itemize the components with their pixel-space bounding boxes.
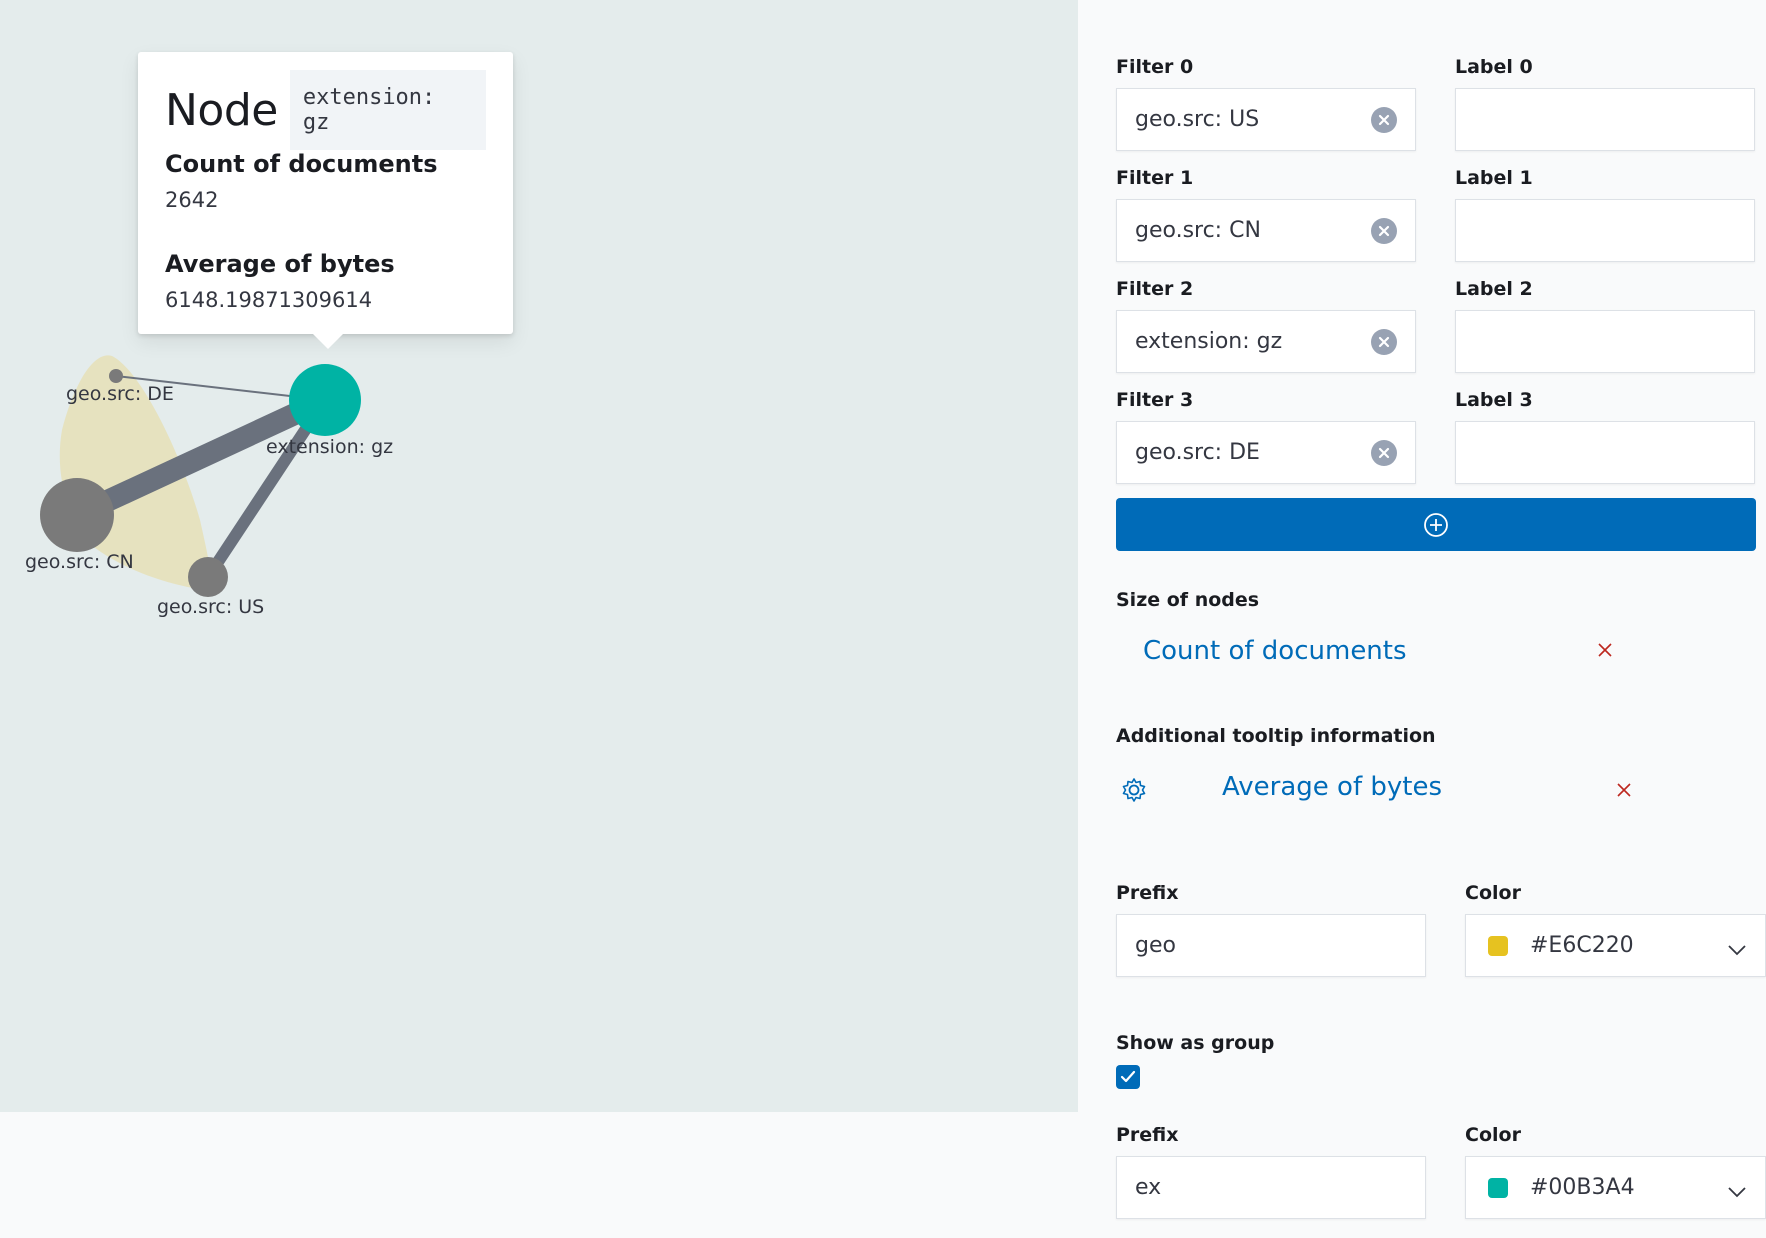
filter-label: Filter 1 xyxy=(1116,167,1194,189)
clear-icon[interactable] xyxy=(1371,106,1397,133)
graph-node-cn[interactable] xyxy=(40,478,114,552)
node-label-us: geo.src: US xyxy=(157,596,264,618)
tooltip-metric-value: 2642 xyxy=(165,188,219,212)
filter-label: Filter 2 xyxy=(1116,278,1194,300)
color-select[interactable]: #E6C220 xyxy=(1465,914,1766,977)
size-of-nodes-label: Size of nodes xyxy=(1116,589,1260,611)
label-label: Label 1 xyxy=(1455,167,1533,189)
check-icon xyxy=(1120,1070,1136,1083)
tooltip-info-metric[interactable]: Average of bytes xyxy=(1222,772,1442,802)
size-of-nodes-metric[interactable]: Count of documents xyxy=(1143,636,1407,666)
filter-input[interactable]: geo.src: CN xyxy=(1116,199,1416,262)
filter-input[interactable]: geo.src: DE xyxy=(1116,421,1416,484)
filter-value: geo.src: CN xyxy=(1135,218,1261,243)
prefix-label: Prefix xyxy=(1116,882,1179,904)
filter-value: geo.src: DE xyxy=(1135,440,1260,465)
graph-canvas[interactable]: geo.src: DE extension: gz geo.src: CN ge… xyxy=(0,0,1078,1112)
clear-icon[interactable] xyxy=(1371,217,1397,244)
tooltip-metric-label: Average of bytes xyxy=(165,250,395,278)
prefix-input[interactable]: ex xyxy=(1116,1156,1426,1219)
prefix-value: geo xyxy=(1135,933,1176,958)
show-as-group-label: Show as group xyxy=(1116,1032,1275,1054)
node-label-de: geo.src: DE xyxy=(66,383,174,405)
color-value: #00B3A4 xyxy=(1530,1175,1635,1200)
filter-input[interactable]: geo.src: US xyxy=(1116,88,1416,151)
color-value: #E6C220 xyxy=(1530,933,1634,958)
filter-value: extension: gz xyxy=(1135,329,1283,354)
clear-icon[interactable] xyxy=(1371,328,1397,355)
label-label: Label 0 xyxy=(1455,56,1533,78)
remove-tooltip-metric-icon[interactable] xyxy=(1616,782,1632,802)
filter-label: Filter 0 xyxy=(1116,56,1194,78)
tooltip-node-term: extension: gz xyxy=(289,70,486,150)
label-input[interactable] xyxy=(1455,310,1755,373)
clear-icon[interactable] xyxy=(1371,439,1397,466)
label-input[interactable] xyxy=(1455,88,1755,151)
node-label-cn: geo.src: CN xyxy=(25,551,134,573)
chevron-down-icon[interactable] xyxy=(1727,1180,1747,1205)
color-label: Color xyxy=(1465,882,1521,904)
prefix-value: ex xyxy=(1135,1175,1162,1200)
color-select[interactable]: #00B3A4 xyxy=(1465,1156,1766,1219)
label-label: Label 2 xyxy=(1455,278,1533,300)
prefix-input[interactable]: geo xyxy=(1116,914,1426,977)
show-as-group-checkbox[interactable] xyxy=(1116,1065,1140,1089)
filter-value: geo.src: US xyxy=(1135,107,1260,132)
settings-panel: Filter 0 Label 0 geo.src: US Filter 1 La… xyxy=(1078,0,1766,1238)
prefix-label: Prefix xyxy=(1116,1124,1179,1146)
chevron-down-icon[interactable] xyxy=(1727,938,1747,963)
label-input[interactable] xyxy=(1455,199,1755,262)
graph-node-us[interactable] xyxy=(188,557,228,597)
filter-label: Filter 3 xyxy=(1116,389,1194,411)
color-swatch xyxy=(1488,935,1508,956)
graph-node-de[interactable] xyxy=(109,369,123,383)
tooltip-title: Node xyxy=(165,84,278,136)
node-tooltip: Node extension: gz Count of documents 26… xyxy=(138,52,513,349)
tooltip-metric-label: Count of documents xyxy=(165,150,438,178)
color-swatch xyxy=(1488,1177,1508,1198)
plus-circle-icon xyxy=(1424,512,1448,537)
remove-size-metric-icon[interactable] xyxy=(1597,642,1613,662)
filter-input[interactable]: extension: gz xyxy=(1116,310,1416,373)
tooltip-metric-value: 6148.19871309614 xyxy=(165,288,373,312)
label-label: Label 3 xyxy=(1455,389,1533,411)
add-filter-button[interactable] xyxy=(1116,498,1756,551)
node-label-gz: extension: gz xyxy=(266,436,393,458)
label-input[interactable] xyxy=(1455,421,1755,484)
tooltip-info-label: Additional tooltip information xyxy=(1116,725,1436,747)
gear-icon[interactable] xyxy=(1120,776,1148,808)
color-label: Color xyxy=(1465,1124,1521,1146)
graph-node-gz[interactable] xyxy=(289,364,361,436)
